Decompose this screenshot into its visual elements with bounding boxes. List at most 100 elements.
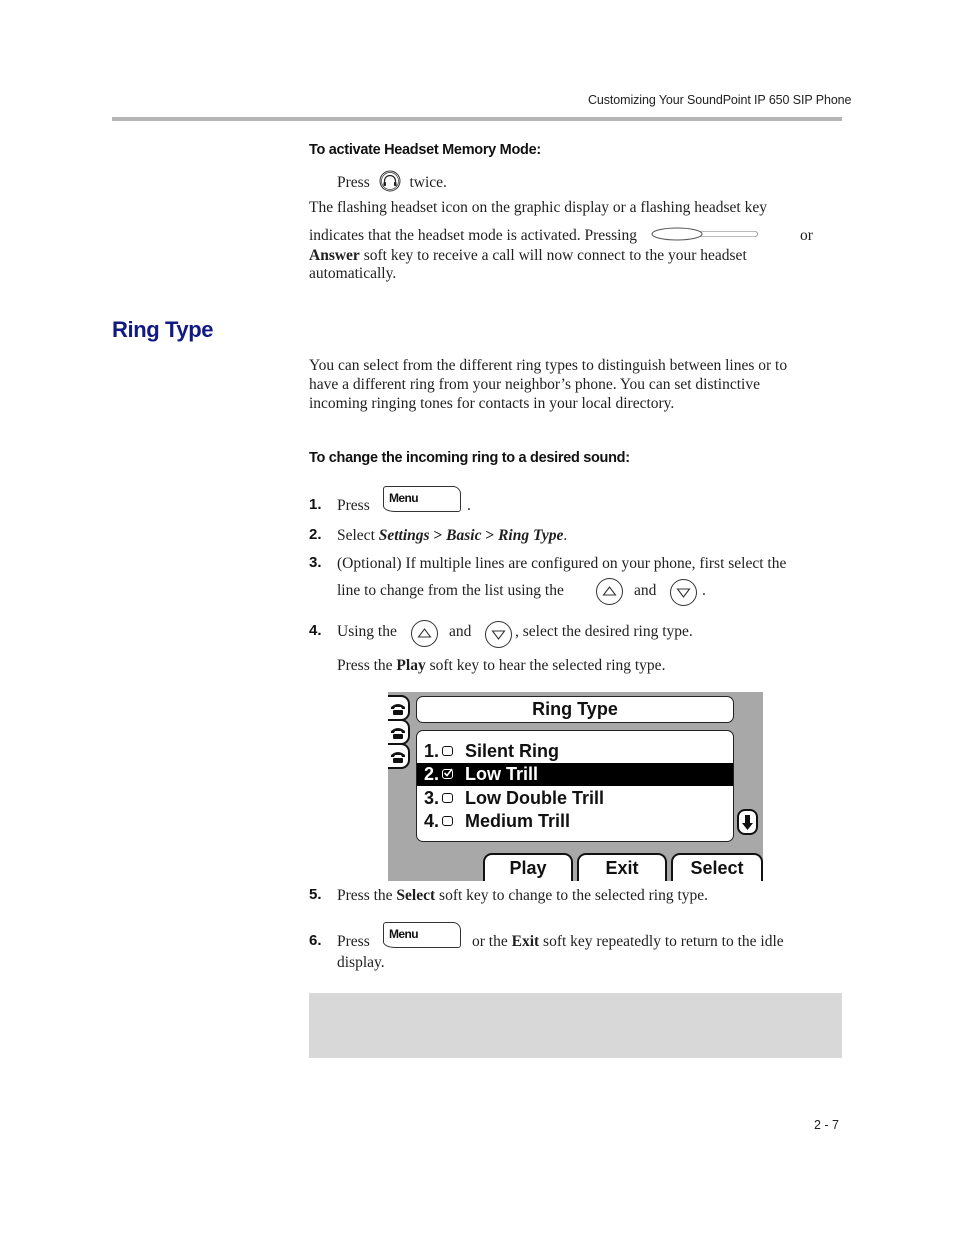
press-the-text: Press the bbox=[337, 887, 397, 904]
step-number: 3. bbox=[309, 554, 322, 571]
checkbox-unchecked-icon bbox=[442, 816, 453, 826]
answer-softkey-label: Answer bbox=[309, 247, 360, 264]
item-number: 1. bbox=[424, 741, 440, 761]
press-prefix: Press bbox=[337, 174, 370, 192]
step-suffix: , select the desired ring type. bbox=[515, 623, 693, 640]
step-suffix: . bbox=[563, 527, 568, 544]
play-softkey-label: Play bbox=[396, 657, 426, 674]
up-arrow-key-icon bbox=[411, 620, 438, 647]
item-number: 4. bbox=[424, 811, 440, 831]
play-instruction: Press the Play soft key to hear the sele… bbox=[337, 656, 665, 675]
list-item[interactable]: 3. Low Double Trill bbox=[417, 787, 733, 810]
or-text: or bbox=[800, 227, 813, 244]
headset-paragraph-line3: Answer soft key to receive a call will n… bbox=[309, 246, 747, 265]
scroll-down-arrow-icon[interactable] bbox=[737, 809, 758, 835]
pressing-text: indicates that the headset mode is activ… bbox=[309, 227, 637, 244]
step-text-line1: (Optional) If multiple lines are configu… bbox=[337, 555, 787, 572]
checkbox-unchecked-icon bbox=[442, 746, 453, 756]
and-text: and bbox=[449, 623, 472, 640]
page-number: 2 - 7 bbox=[814, 1118, 840, 1132]
up-arrow-key-icon bbox=[596, 578, 623, 605]
line3-rest: soft key to receive a call will now conn… bbox=[359, 247, 747, 264]
item-label: Low Double Trill bbox=[465, 788, 604, 808]
softkey-select[interactable]: Select bbox=[671, 853, 763, 881]
press-headset-line: Press twice. bbox=[337, 170, 447, 197]
step-2: 2. Select Settings > Basic > Ring Type. bbox=[309, 526, 842, 546]
procedure-heading-ring: To change the incoming ring to a desired… bbox=[309, 450, 630, 466]
phone-line-icon bbox=[388, 743, 410, 769]
step-3: 3. (Optional) If multiple lines are conf… bbox=[309, 554, 842, 606]
step-suffix: . bbox=[467, 497, 471, 514]
procedure-heading-headset: To activate Headset Memory Mode: bbox=[309, 142, 541, 158]
step-text: Select Settings > Basic > Ring Type. bbox=[337, 526, 567, 545]
softkey-exit[interactable]: Exit bbox=[577, 853, 667, 881]
intro-line-1: You can select from the different ring t… bbox=[309, 357, 788, 374]
menu-key-label: Menu bbox=[389, 927, 419, 941]
step-number: 5. bbox=[309, 886, 322, 903]
path-separator: > bbox=[429, 527, 447, 544]
item-label: Low Trill bbox=[465, 764, 539, 784]
select-text: Select bbox=[337, 527, 379, 544]
step-number: 2. bbox=[309, 526, 322, 543]
step-text: Press the Select soft key to change to t… bbox=[337, 886, 708, 905]
step-text-line2: line to change from the list using the bbox=[337, 582, 564, 599]
step-6: 6. Press Menu or the Exit soft key repea… bbox=[309, 922, 842, 972]
step-text-rest: or the Exit soft key repeatedly to retur… bbox=[472, 932, 784, 951]
phone-screen-ring-type: Ring Type 1. Silent Ring 2. Low Trill 3.… bbox=[388, 692, 763, 881]
press-suffix: twice. bbox=[409, 174, 447, 192]
menu-path-basic: Basic bbox=[446, 527, 482, 544]
step-text-line2: display. bbox=[337, 954, 385, 971]
menu-key-label: Menu bbox=[389, 491, 419, 505]
list-item[interactable]: 4. Medium Trill bbox=[417, 810, 733, 833]
menu-path-ring-type: Ring Type bbox=[498, 527, 564, 544]
step-suffix: . bbox=[702, 582, 706, 599]
down-arrow-key-icon bbox=[485, 621, 512, 648]
screen-title: Ring Type bbox=[416, 696, 734, 723]
step-1: 1. Press Menu . bbox=[309, 486, 842, 516]
step-4: 4. Using the and , select the desired ri… bbox=[309, 620, 842, 678]
header-rule bbox=[112, 117, 842, 121]
step-text: Using the bbox=[337, 623, 397, 640]
headset-key-icon bbox=[379, 170, 401, 197]
exit-softkey-label: Exit bbox=[511, 933, 540, 950]
softkey-play[interactable]: Play bbox=[483, 853, 573, 881]
item-label: Silent Ring bbox=[465, 741, 559, 761]
intro-line-3: incoming ringing tones for contacts in y… bbox=[309, 395, 675, 412]
phone-line-icon bbox=[388, 695, 410, 721]
phone-line-icon bbox=[388, 719, 410, 745]
headset-paragraph-line2: indicates that the headset mode is activ… bbox=[309, 226, 842, 246]
step-number: 4. bbox=[309, 622, 322, 639]
headset-paragraph-line1: The flashing headset icon on the graphic… bbox=[309, 199, 767, 216]
checkbox-unchecked-icon bbox=[442, 793, 453, 803]
step-5: 5. Press the Select soft key to change t… bbox=[309, 886, 842, 906]
step-number: 6. bbox=[309, 932, 322, 949]
and-text: and bbox=[634, 582, 657, 599]
ring-type-list: 1. Silent Ring 2. Low Trill 3. Low Doubl… bbox=[416, 730, 734, 842]
section-title-ring-type: Ring Type bbox=[112, 317, 214, 342]
menu-path-settings: Settings bbox=[378, 527, 430, 544]
list-item[interactable]: 1. Silent Ring bbox=[417, 740, 733, 763]
menu-key-icon: Menu bbox=[383, 486, 461, 512]
answer-key-icon bbox=[651, 227, 759, 246]
path-separator: > bbox=[481, 527, 499, 544]
press-the-text: Press the bbox=[337, 657, 397, 674]
step-rest: soft key repeatedly to return to the idl… bbox=[539, 933, 784, 950]
list-item-selected[interactable]: 2. Low Trill bbox=[417, 763, 733, 786]
item-number: 2. bbox=[424, 764, 440, 784]
down-arrow-key-icon bbox=[670, 579, 697, 606]
step-text: Press bbox=[337, 933, 370, 950]
menu-key-icon: Menu bbox=[383, 922, 461, 948]
note-box bbox=[309, 993, 842, 1058]
running-header: Customizing Your SoundPoint IP 650 SIP P… bbox=[588, 93, 852, 107]
play-instruction-rest: soft key to hear the selected ring type. bbox=[425, 657, 666, 674]
step-text: Press bbox=[337, 497, 370, 514]
step-number: 1. bbox=[309, 496, 322, 513]
select-softkey-label: Select bbox=[396, 887, 436, 904]
intro-line-2: have a different ring from your neighbor… bbox=[309, 376, 760, 393]
step-rest: soft key to change to the selected ring … bbox=[435, 887, 709, 904]
or-the-text: or the bbox=[472, 933, 512, 950]
headset-paragraph-line4: automatically. bbox=[309, 265, 397, 282]
item-number: 3. bbox=[424, 788, 440, 808]
item-label: Medium Trill bbox=[465, 811, 571, 831]
checkbox-checked-icon bbox=[442, 768, 453, 779]
